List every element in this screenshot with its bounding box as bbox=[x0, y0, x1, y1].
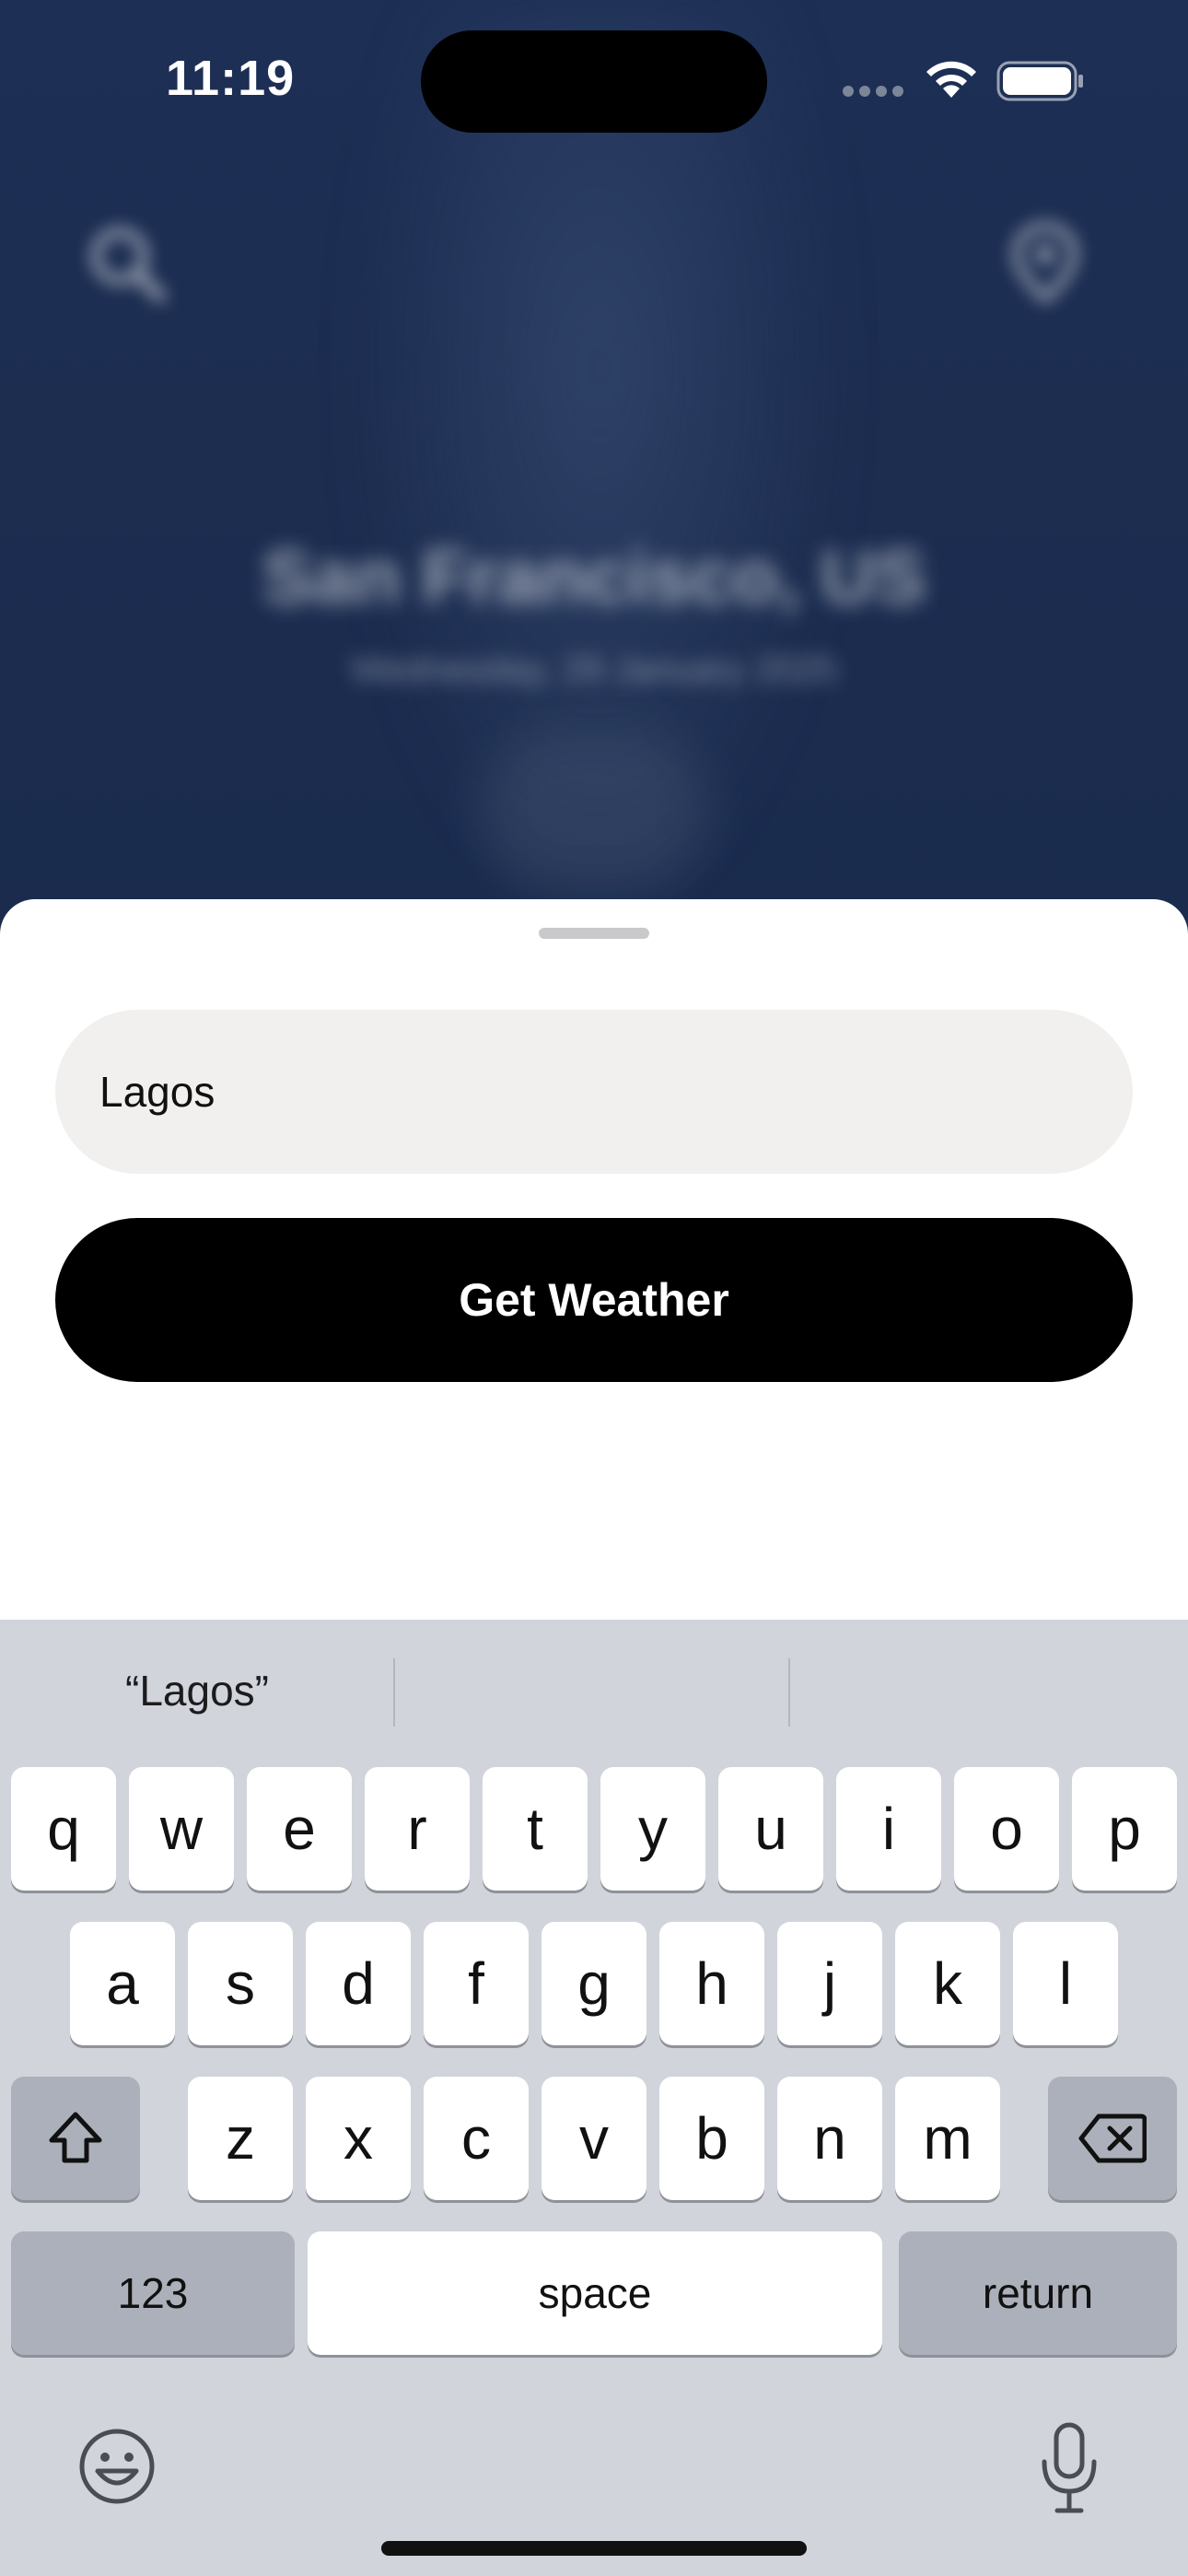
key-i[interactable]: i bbox=[836, 1767, 941, 1891]
space-key[interactable]: space bbox=[308, 2231, 882, 2355]
wifi-icon bbox=[926, 61, 976, 98]
delete-icon bbox=[1078, 2113, 1147, 2163]
key-m[interactable]: m bbox=[895, 2077, 1000, 2200]
key-v[interactable]: v bbox=[542, 2077, 646, 2200]
get-weather-button[interactable]: Get Weather bbox=[55, 1218, 1133, 1382]
key-y[interactable]: y bbox=[600, 1767, 705, 1891]
key-n[interactable]: n bbox=[777, 2077, 882, 2200]
key-g[interactable]: g bbox=[542, 1922, 646, 2045]
key-a[interactable]: a bbox=[70, 1922, 175, 2045]
delete-key[interactable] bbox=[1048, 2077, 1177, 2200]
shift-icon bbox=[49, 2112, 102, 2163]
key-c[interactable]: c bbox=[424, 2077, 529, 2200]
suggestion-divider bbox=[393, 1658, 395, 1727]
key-o[interactable]: o bbox=[954, 1767, 1059, 1891]
shift-key[interactable] bbox=[11, 2077, 140, 2200]
key-p[interactable]: p bbox=[1072, 1767, 1177, 1891]
key-z[interactable]: z bbox=[188, 2077, 293, 2200]
dynamic-island bbox=[421, 30, 767, 133]
key-x[interactable]: x bbox=[306, 2077, 411, 2200]
key-l[interactable]: l bbox=[1013, 1922, 1118, 2045]
key-e[interactable]: e bbox=[247, 1767, 352, 1891]
numbers-key[interactable]: 123 bbox=[11, 2231, 295, 2355]
key-d[interactable]: d bbox=[306, 1922, 411, 2045]
weather-background: San Francisco, US Wednesday, 29 January … bbox=[0, 0, 1188, 977]
search-icon bbox=[91, 228, 166, 302]
key-r[interactable]: r bbox=[365, 1767, 470, 1891]
key-j[interactable]: j bbox=[777, 1922, 882, 2045]
key-b[interactable]: b bbox=[659, 2077, 764, 2200]
key-k[interactable]: k bbox=[895, 1922, 1000, 2045]
home-indicator[interactable] bbox=[381, 2541, 807, 2556]
key-u[interactable]: u bbox=[718, 1767, 823, 1891]
suggestion-1[interactable]: “Lagos” bbox=[0, 1649, 394, 1732]
suggestion-2[interactable] bbox=[396, 1649, 788, 1732]
status-time: 11:19 bbox=[166, 51, 296, 106]
emoji-icon[interactable] bbox=[77, 2427, 157, 2506]
microphone-icon[interactable] bbox=[1039, 2421, 1100, 2515]
key-q[interactable]: q bbox=[11, 1767, 116, 1891]
key-f[interactable]: f bbox=[424, 1922, 529, 2045]
background-weather-icon bbox=[479, 728, 709, 894]
key-w[interactable]: w bbox=[129, 1767, 234, 1891]
return-key[interactable]: return bbox=[899, 2231, 1177, 2355]
sheet-grabber[interactable] bbox=[539, 928, 649, 939]
city-search-input[interactable]: Lagos bbox=[55, 1010, 1133, 1174]
key-h[interactable]: h bbox=[659, 1922, 764, 2045]
cellular-signal-icon bbox=[843, 86, 903, 97]
location-pin-icon bbox=[1012, 222, 1078, 304]
background-date: Wednesday, 29 January 2025 bbox=[351, 650, 837, 690]
key-s[interactable]: s bbox=[188, 1922, 293, 2045]
background-city-name: San Francisco, US bbox=[262, 535, 926, 619]
key-t[interactable]: t bbox=[483, 1767, 588, 1891]
suggestion-3[interactable] bbox=[790, 1649, 1188, 1732]
battery-icon bbox=[996, 61, 1083, 101]
